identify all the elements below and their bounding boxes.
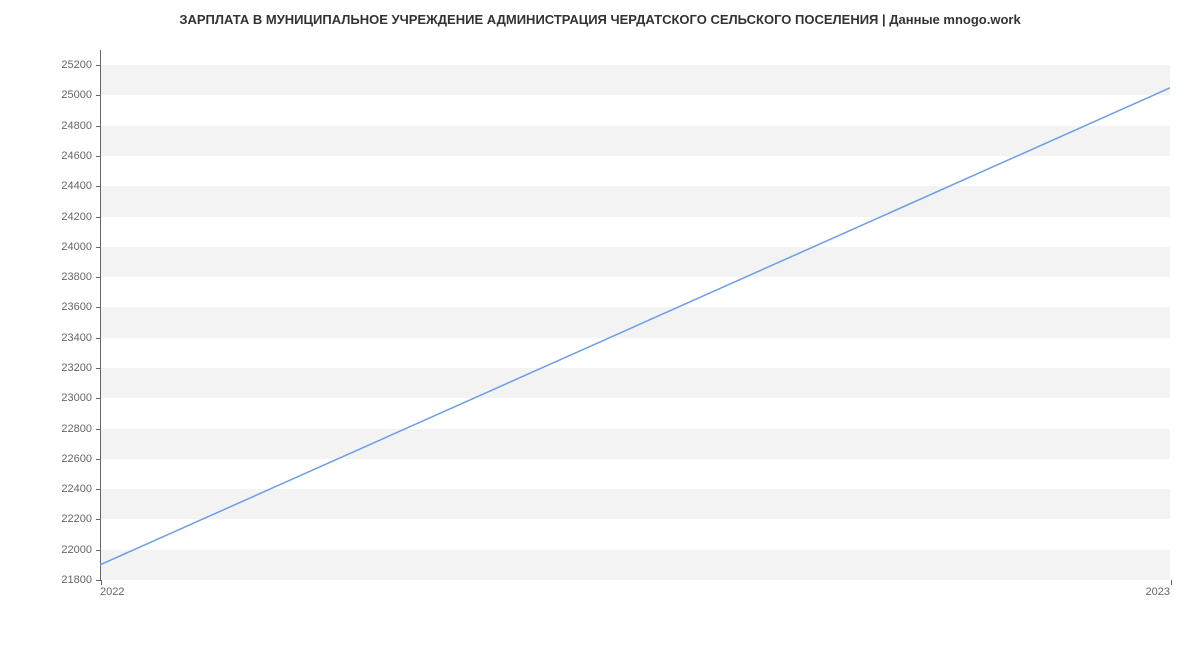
y-tick-label: 25200 <box>61 59 92 71</box>
y-tick-label: 22800 <box>61 423 92 435</box>
grid-band <box>101 368 1170 398</box>
chart-title: ЗАРПЛАТА В МУНИЦИПАЛЬНОЕ УЧРЕЖДЕНИЕ АДМИ… <box>0 0 1200 35</box>
y-tick-mark <box>96 519 101 520</box>
y-tick-label: 24000 <box>61 241 92 253</box>
grid-band <box>101 307 1170 337</box>
y-tick-mark <box>96 398 101 399</box>
y-tick-label: 24800 <box>61 120 92 132</box>
y-tick-mark <box>96 277 101 278</box>
x-tick-label: 2023 <box>1146 586 1170 598</box>
grid-band <box>101 65 1170 95</box>
y-tick-label: 24400 <box>61 180 92 192</box>
y-tick-mark <box>96 247 101 248</box>
plot-area <box>100 50 1170 580</box>
y-tick-label: 21800 <box>61 574 92 586</box>
y-tick-mark <box>96 95 101 96</box>
y-tick-mark <box>96 459 101 460</box>
y-tick-mark <box>96 550 101 551</box>
y-tick-label: 23200 <box>61 362 92 374</box>
grid-band <box>101 429 1170 459</box>
y-tick-label: 25000 <box>61 89 92 101</box>
y-tick-mark <box>96 338 101 339</box>
y-tick-mark <box>96 217 101 218</box>
y-tick-label: 23800 <box>61 271 92 283</box>
y-tick-mark <box>96 429 101 430</box>
grid-band <box>101 126 1170 156</box>
y-tick-mark <box>96 307 101 308</box>
grid-band <box>101 489 1170 519</box>
y-tick-label: 24200 <box>61 211 92 223</box>
y-tick-mark <box>96 126 101 127</box>
grid-band <box>101 247 1170 277</box>
y-tick-label: 22000 <box>61 544 92 556</box>
y-tick-mark <box>96 156 101 157</box>
y-tick-label: 22400 <box>61 483 92 495</box>
x-tick-mark <box>101 580 102 585</box>
y-tick-label: 23600 <box>61 301 92 313</box>
x-tick-label: 2022 <box>100 586 124 598</box>
y-tick-label: 23000 <box>61 392 92 404</box>
y-tick-mark <box>96 368 101 369</box>
y-tick-mark <box>96 489 101 490</box>
y-tick-label: 24600 <box>61 150 92 162</box>
chart-container: 2180022000222002240022600228002300023200… <box>100 40 1170 600</box>
grid-band <box>101 550 1170 580</box>
y-tick-label: 23400 <box>61 332 92 344</box>
y-tick-mark <box>96 186 101 187</box>
y-tick-label: 22600 <box>61 453 92 465</box>
grid-band <box>101 186 1170 216</box>
x-tick-mark <box>1171 580 1172 585</box>
y-tick-label: 22200 <box>61 513 92 525</box>
y-tick-mark <box>96 65 101 66</box>
